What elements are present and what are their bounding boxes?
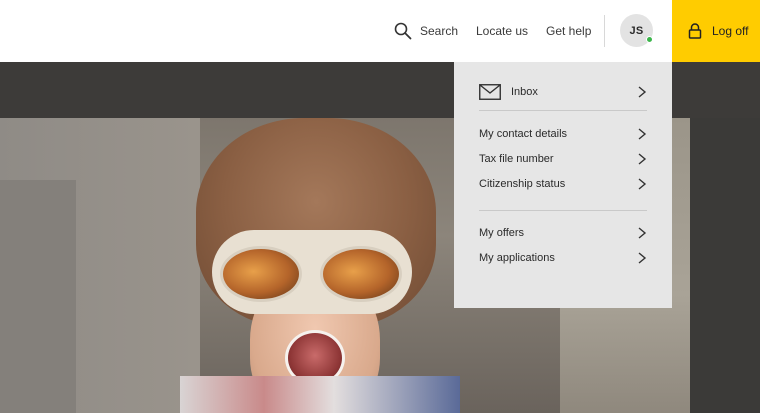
chevron-right-icon (638, 252, 647, 264)
search-label: Search (420, 24, 459, 38)
user-avatar-button[interactable]: JS (620, 14, 653, 47)
menu-label-applications: My applications (479, 252, 555, 264)
chevron-right-icon (638, 178, 647, 190)
online-status-dot (646, 36, 653, 43)
envelope-icon (479, 84, 501, 100)
menu-item-inbox[interactable]: Inbox (479, 81, 647, 103)
lock-icon (688, 23, 702, 39)
locate-us-link[interactable]: Locate us (476, 0, 528, 62)
chevron-right-icon (638, 153, 647, 165)
chevron-right-icon (638, 128, 647, 140)
menu-label-tax-file-number: Tax file number (479, 153, 554, 165)
menu-item-applications[interactable]: My applications (479, 247, 647, 269)
chevron-right-icon (638, 86, 647, 98)
account-dropdown-menu: Inbox My contact details Tax file number… (454, 62, 672, 308)
search-button[interactable]: Search (394, 0, 458, 62)
menu-separator (479, 110, 647, 111)
menu-item-contact-details[interactable]: My contact details (479, 123, 647, 145)
menu-item-offers[interactable]: My offers (479, 222, 647, 244)
site-header: Search Locate us Get help JS Log off (0, 0, 760, 62)
log-off-label: Log off (712, 24, 749, 38)
menu-label-offers: My offers (479, 227, 525, 239)
menu-label-inbox: Inbox (511, 86, 538, 98)
nav-divider (604, 15, 605, 47)
search-icon (394, 22, 412, 40)
menu-label-contact-details: My contact details (479, 128, 568, 140)
avatar-initials: JS (629, 24, 644, 37)
log-off-button[interactable]: Log off (672, 0, 760, 62)
menu-separator (479, 210, 647, 211)
menu-label-citizenship-status: Citizenship status (479, 178, 566, 190)
menu-item-citizenship-status[interactable]: Citizenship status (479, 173, 647, 195)
get-help-link[interactable]: Get help (546, 0, 591, 62)
chevron-right-icon (638, 227, 647, 239)
menu-item-tax-file-number[interactable]: Tax file number (479, 148, 647, 170)
